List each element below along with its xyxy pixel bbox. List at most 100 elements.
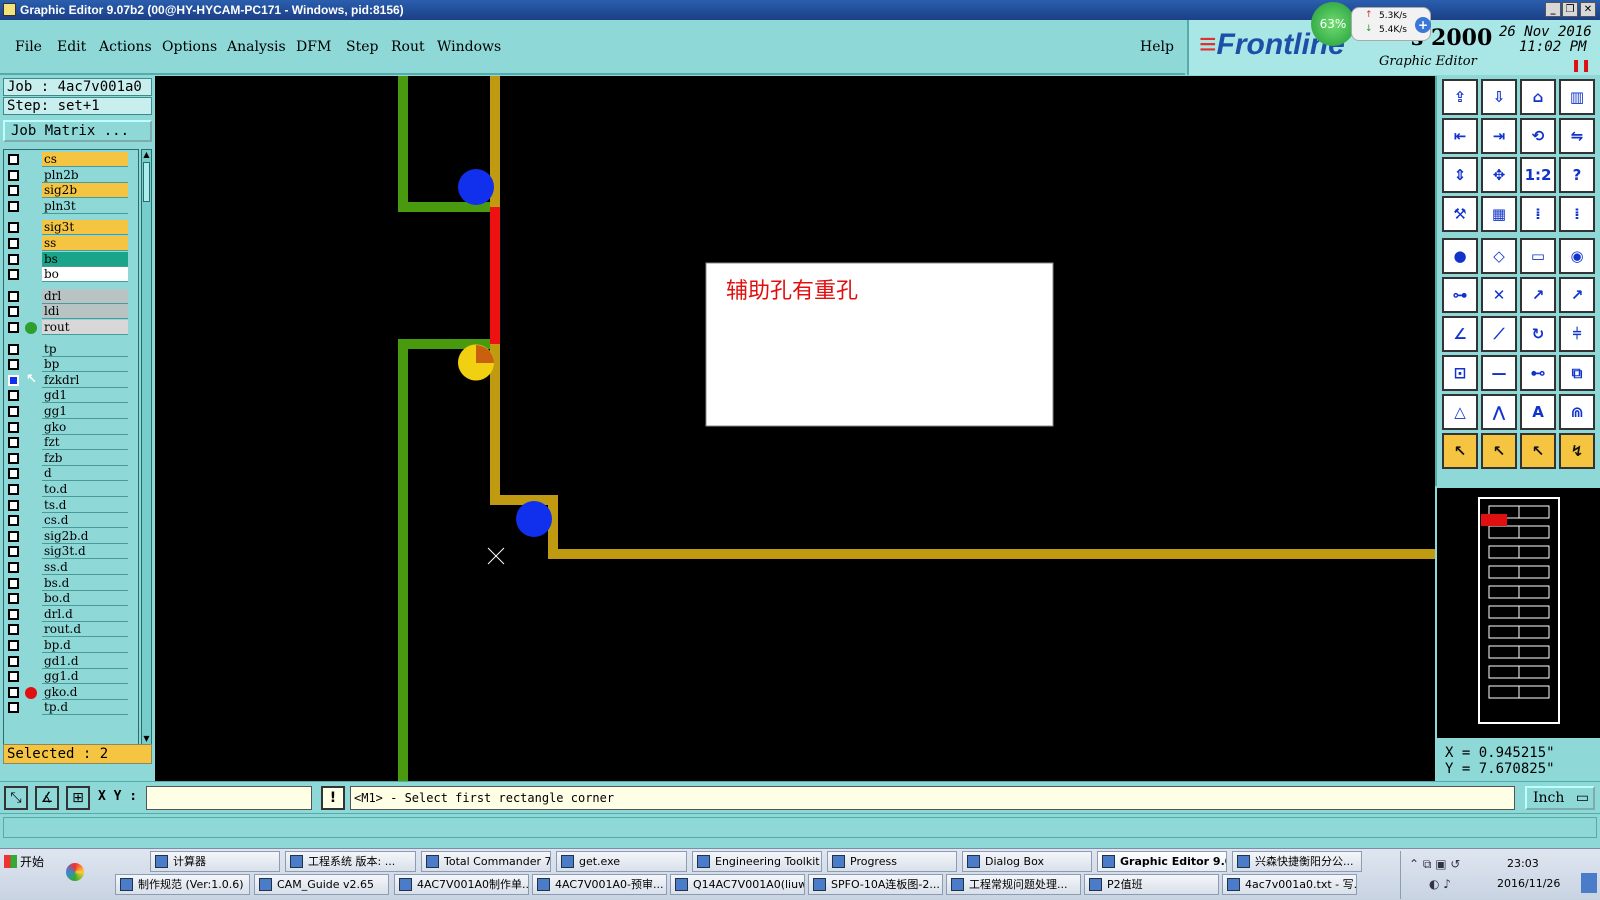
pan-icon[interactable]: ✥ <box>1481 157 1517 193</box>
layer-checkbox[interactable] <box>8 686 19 698</box>
layer-checkbox[interactable] <box>8 468 19 480</box>
layer-checkbox[interactable] <box>8 306 19 318</box>
taskbar-button[interactable]: 兴森快捷衡阳分公... <box>1232 851 1362 872</box>
polygon-icon[interactable]: ◇ <box>1481 238 1517 274</box>
mirror-icon[interactable]: ⇋ <box>1559 118 1595 154</box>
network-widget[interactable]: 63% ↑ 5.3K/s ↓ 5.4K/s + <box>1311 2 1431 46</box>
start-button[interactable]: 开始 <box>2 851 54 873</box>
slash-icon[interactable]: ⟋ <box>1481 316 1517 352</box>
taskbar-button[interactable]: Total Commander 7... <box>421 851 551 872</box>
layer-checkbox[interactable] <box>8 269 19 281</box>
layer-row[interactable]: gg1 <box>4 404 140 419</box>
scroll-up-icon[interactable]: ▲ <box>142 150 151 160</box>
layer-row[interactable]: ↖ fzkdrl <box>4 372 140 388</box>
layer-row[interactable]: bs.d <box>4 575 140 591</box>
layer-row[interactable]: cs <box>4 152 140 167</box>
layer-checkbox[interactable] <box>8 499 19 511</box>
undo-icon[interactable]: ⟲ <box>1520 118 1556 154</box>
layer-row[interactable]: fzb <box>4 450 140 466</box>
help-icon[interactable]: ? <box>1559 157 1595 193</box>
pcb-drawing[interactable] <box>155 76 1435 781</box>
layer-row[interactable]: drl.d <box>4 606 140 622</box>
taskbar-button[interactable]: 4AC7V001A0-预审... <box>532 874 667 895</box>
layer-cmp-icon[interactable]: ⁞ <box>1520 196 1556 232</box>
minimize-button[interactable]: _ <box>1545 2 1561 17</box>
rotate-icon[interactable]: ↻ <box>1520 316 1556 352</box>
layer-checkbox[interactable] <box>8 562 19 573</box>
layer-row[interactable]: ss <box>4 236 140 251</box>
home-icon[interactable]: ⌂ <box>1520 79 1556 115</box>
delete-icon[interactable]: ✕ <box>1481 277 1517 313</box>
layer-row[interactable]: to.d <box>4 482 140 497</box>
layer-row[interactable]: cs.d <box>4 513 140 529</box>
layer-row[interactable]: d <box>4 466 140 482</box>
layer-checkbox[interactable] <box>8 421 19 433</box>
hole-icon[interactable]: ◉ <box>1559 238 1595 274</box>
angle-icon[interactable]: ∠ <box>1442 316 1478 352</box>
taskbar-button[interactable]: 4AC7V001A0制作单... <box>394 874 529 895</box>
layer-checkbox[interactable] <box>8 671 19 683</box>
dash-icon[interactable]: — <box>1481 355 1517 391</box>
show-desktop-button[interactable] <box>1581 873 1597 893</box>
taskbar-button[interactable]: 制作规范 (Ver:1.0.6) <box>115 874 250 895</box>
route-icon[interactable]: ↯ <box>1559 433 1595 469</box>
volume-icon[interactable]: ◐ ♪ <box>1429 877 1451 891</box>
connect-icon[interactable]: ⊶ <box>1442 277 1478 313</box>
menu-options[interactable]: Options <box>162 39 217 55</box>
arch-icon[interactable]: ⋒ <box>1559 394 1595 430</box>
layer-list-scrollbar[interactable]: ▲ ▼ <box>141 149 152 745</box>
menu-step[interactable]: Step <box>346 39 378 55</box>
menu-rout[interactable]: Rout <box>391 39 425 55</box>
layer-checkbox[interactable] <box>8 222 19 234</box>
layer-checkbox[interactable] <box>8 200 19 212</box>
menu-file[interactable]: File <box>15 39 42 55</box>
restore-button[interactable]: ❐ <box>1562 2 1578 17</box>
layer-checkbox[interactable] <box>8 374 19 386</box>
layer-row[interactable]: rout <box>4 320 140 335</box>
layer-row[interactable]: bo.d <box>4 591 140 607</box>
layer-row[interactable]: pln2b <box>4 167 140 183</box>
layer-row[interactable]: fzt <box>4 435 140 451</box>
open-icon[interactable]: ⇪ <box>1442 79 1478 115</box>
graphic-canvas[interactable]: 辅助孔有重孔 <box>155 76 1435 781</box>
layer-row[interactable]: bo <box>4 267 140 283</box>
layer-checkbox[interactable] <box>8 437 19 449</box>
taskbar-button[interactable]: Dialog Box <box>962 851 1092 872</box>
pad-icon[interactable]: ● <box>1442 238 1478 274</box>
layer-checkbox[interactable] <box>8 655 19 667</box>
taskbar-button[interactable]: Graphic Editor 9.0... <box>1097 851 1227 872</box>
line2-icon[interactable]: ↗ <box>1559 277 1595 313</box>
layer-checkbox[interactable] <box>8 702 19 714</box>
layer-row[interactable]: pln3t <box>4 198 140 214</box>
layer-row[interactable]: rout.d <box>4 622 140 638</box>
fill-icon[interactable]: ⫩ <box>1559 316 1595 352</box>
layer-row[interactable]: bp.d <box>4 638 140 653</box>
layer-row[interactable]: gg1.d <box>4 669 140 685</box>
box-icon[interactable]: ⊡ <box>1442 355 1478 391</box>
taskbar-button[interactable]: Q14AC7V001A0(liuw... <box>670 874 805 895</box>
taskbar-button[interactable]: 计算器 <box>150 851 280 872</box>
next-icon[interactable]: ⇥ <box>1481 118 1517 154</box>
clock-date[interactable]: 2016/11/26 <box>1497 877 1560 890</box>
layer-checkbox[interactable] <box>8 530 19 542</box>
layout-icon[interactable]: ▥ <box>1559 79 1595 115</box>
layer-checkbox[interactable] <box>8 253 19 265</box>
taskbar-button[interactable]: P2值班 <box>1084 874 1219 895</box>
tray-icons[interactable]: ⌃ ⧉ ▣ ↺ <box>1409 857 1460 872</box>
layer-checkbox[interactable] <box>8 169 19 181</box>
layer-checkbox[interactable] <box>8 452 19 464</box>
units-select[interactable]: Inch ▭ <box>1525 786 1595 810</box>
save-icon[interactable]: ⇩ <box>1481 79 1517 115</box>
layer-checkbox[interactable] <box>8 624 19 636</box>
job-matrix-button[interactable]: Job Matrix ... <box>3 120 152 142</box>
quicklaunch-icon[interactable] <box>66 863 84 881</box>
taskbar-button[interactable]: 4ac7v001a0.txt - 写... <box>1222 874 1357 895</box>
layer-row[interactable]: tp.d <box>4 700 140 716</box>
layer-checkbox[interactable] <box>8 322 19 333</box>
layer-checkbox[interactable] <box>8 154 19 165</box>
arc-icon[interactable]: A <box>1520 394 1556 430</box>
alert-icon[interactable]: ! <box>321 786 345 810</box>
grid-icon[interactable]: ▦ <box>1481 196 1517 232</box>
layer-row[interactable]: gd1.d <box>4 653 140 669</box>
fit-height-icon[interactable]: ⇕ <box>1442 157 1478 193</box>
